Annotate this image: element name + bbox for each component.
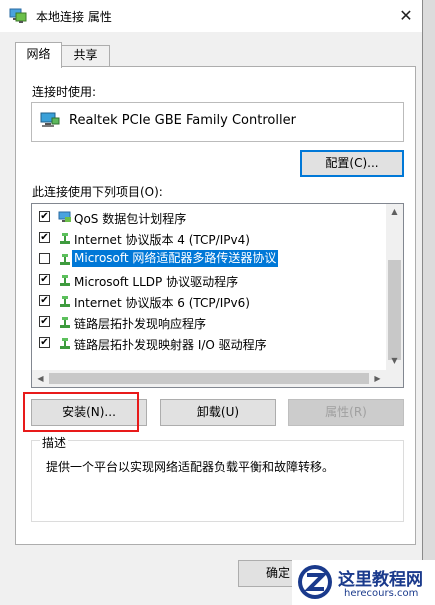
- network-adapter-icon: [40, 112, 60, 127]
- properties-button: 属性(R): [288, 399, 404, 426]
- adapter-name: Realtek PCIe GBE Family Controller: [69, 113, 296, 128]
- close-icon: ✕: [399, 6, 413, 25]
- protocol-icon: [60, 317, 70, 328]
- items-list[interactable]: ✔ QoS 数据包计划程序 ✔ Internet 协议版本 4 (TCP/IPv…: [31, 203, 404, 388]
- protocol-icon: [60, 296, 70, 307]
- item-checkbox[interactable]: ✔: [39, 211, 50, 222]
- configure-button[interactable]: 配置(C)...: [300, 150, 404, 177]
- tab-network[interactable]: 网络: [15, 42, 62, 68]
- item-label: Microsoft LLDP 协议驱动程序: [74, 275, 239, 289]
- item-label: Internet 协议版本 4 (TCP/IPv4): [74, 233, 250, 247]
- connect-using-label: 连接时使用:: [32, 85, 97, 99]
- item-checkbox[interactable]: ✔: [39, 316, 50, 327]
- protocol-icon: [60, 254, 70, 265]
- scroll-left-icon[interactable]: ◀: [32, 374, 49, 383]
- item-checkbox[interactable]: [39, 253, 50, 264]
- scroll-corner: ▼: [386, 356, 403, 387]
- list-item-selected[interactable]: Microsoft 网络适配器多路传送器协议: [32, 249, 387, 270]
- properties-dialog: 本地连接 属性 ✕ 网络 共享 连接时使用: Realtek PCIe GBE …: [0, 0, 423, 605]
- description-text: 提供一个平台以实现网络适配器负载平衡和故障转移。: [46, 460, 335, 474]
- item-label: 链路层拓扑发现响应程序: [74, 317, 207, 331]
- watermark-title: 这里教程网: [338, 570, 423, 590]
- background-window-edge: [423, 0, 435, 605]
- item-label: QoS 数据包计划程序: [74, 212, 187, 226]
- item-checkbox[interactable]: ✔: [39, 295, 50, 306]
- list-item[interactable]: ✔ Microsoft LLDP 协议驱动程序: [32, 270, 387, 291]
- description-legend: 描述: [40, 434, 69, 451]
- item-checkbox[interactable]: ✔: [39, 274, 50, 285]
- description-group: [31, 440, 404, 522]
- item-checkbox[interactable]: ✔: [39, 337, 50, 348]
- list-item[interactable]: ✔ 链路层拓扑发现映射器 I/O 驱动程序: [32, 333, 387, 354]
- close-button[interactable]: ✕: [394, 5, 418, 27]
- item-label: Microsoft 网络适配器多路传送器协议: [72, 250, 279, 267]
- protocol-icon: [60, 275, 70, 286]
- window-title: 本地连接 属性: [36, 10, 112, 24]
- vertical-scrollbar[interactable]: ▲: [386, 204, 403, 370]
- list-item[interactable]: ✔ Internet 协议版本 4 (TCP/IPv4): [32, 228, 387, 249]
- uninstall-button[interactable]: 卸载(U): [160, 399, 276, 426]
- horizontal-scroll-thumb[interactable]: [49, 373, 369, 384]
- title-bar: 本地连接 属性 ✕: [0, 0, 422, 32]
- item-checkbox[interactable]: ✔: [39, 232, 50, 243]
- item-label: 链路层拓扑发现映射器 I/O 驱动程序: [74, 338, 267, 352]
- scroll-up-icon[interactable]: ▲: [386, 207, 403, 216]
- scroll-right-icon[interactable]: ▶: [369, 374, 386, 383]
- qos-icon: [58, 211, 71, 222]
- scroll-down-icon[interactable]: ▼: [386, 356, 403, 365]
- list-item[interactable]: ✔ Internet 协议版本 6 (TCP/IPv6): [32, 291, 387, 312]
- watermark-logo-icon: [298, 565, 332, 599]
- items-label: 此连接使用下列项目(O):: [32, 185, 163, 199]
- watermark-url: herecours.com: [344, 588, 419, 599]
- list-item[interactable]: ✔ 链路层拓扑发现响应程序: [32, 312, 387, 333]
- list-item[interactable]: ✔ QoS 数据包计划程序: [32, 207, 387, 228]
- tab-sharing[interactable]: 共享: [62, 45, 110, 66]
- item-label: Internet 协议版本 6 (TCP/IPv6): [74, 296, 250, 310]
- protocol-icon: [60, 338, 70, 349]
- vertical-scroll-thumb[interactable]: [388, 260, 401, 360]
- horizontal-scrollbar[interactable]: ◀ ▶: [32, 370, 386, 387]
- watermark: 这里教程网 herecours.com: [292, 560, 435, 605]
- adapter-box: Realtek PCIe GBE Family Controller: [31, 102, 404, 142]
- install-highlight-box: [23, 392, 139, 432]
- protocol-icon: [60, 233, 70, 244]
- network-connection-icon: [9, 8, 27, 23]
